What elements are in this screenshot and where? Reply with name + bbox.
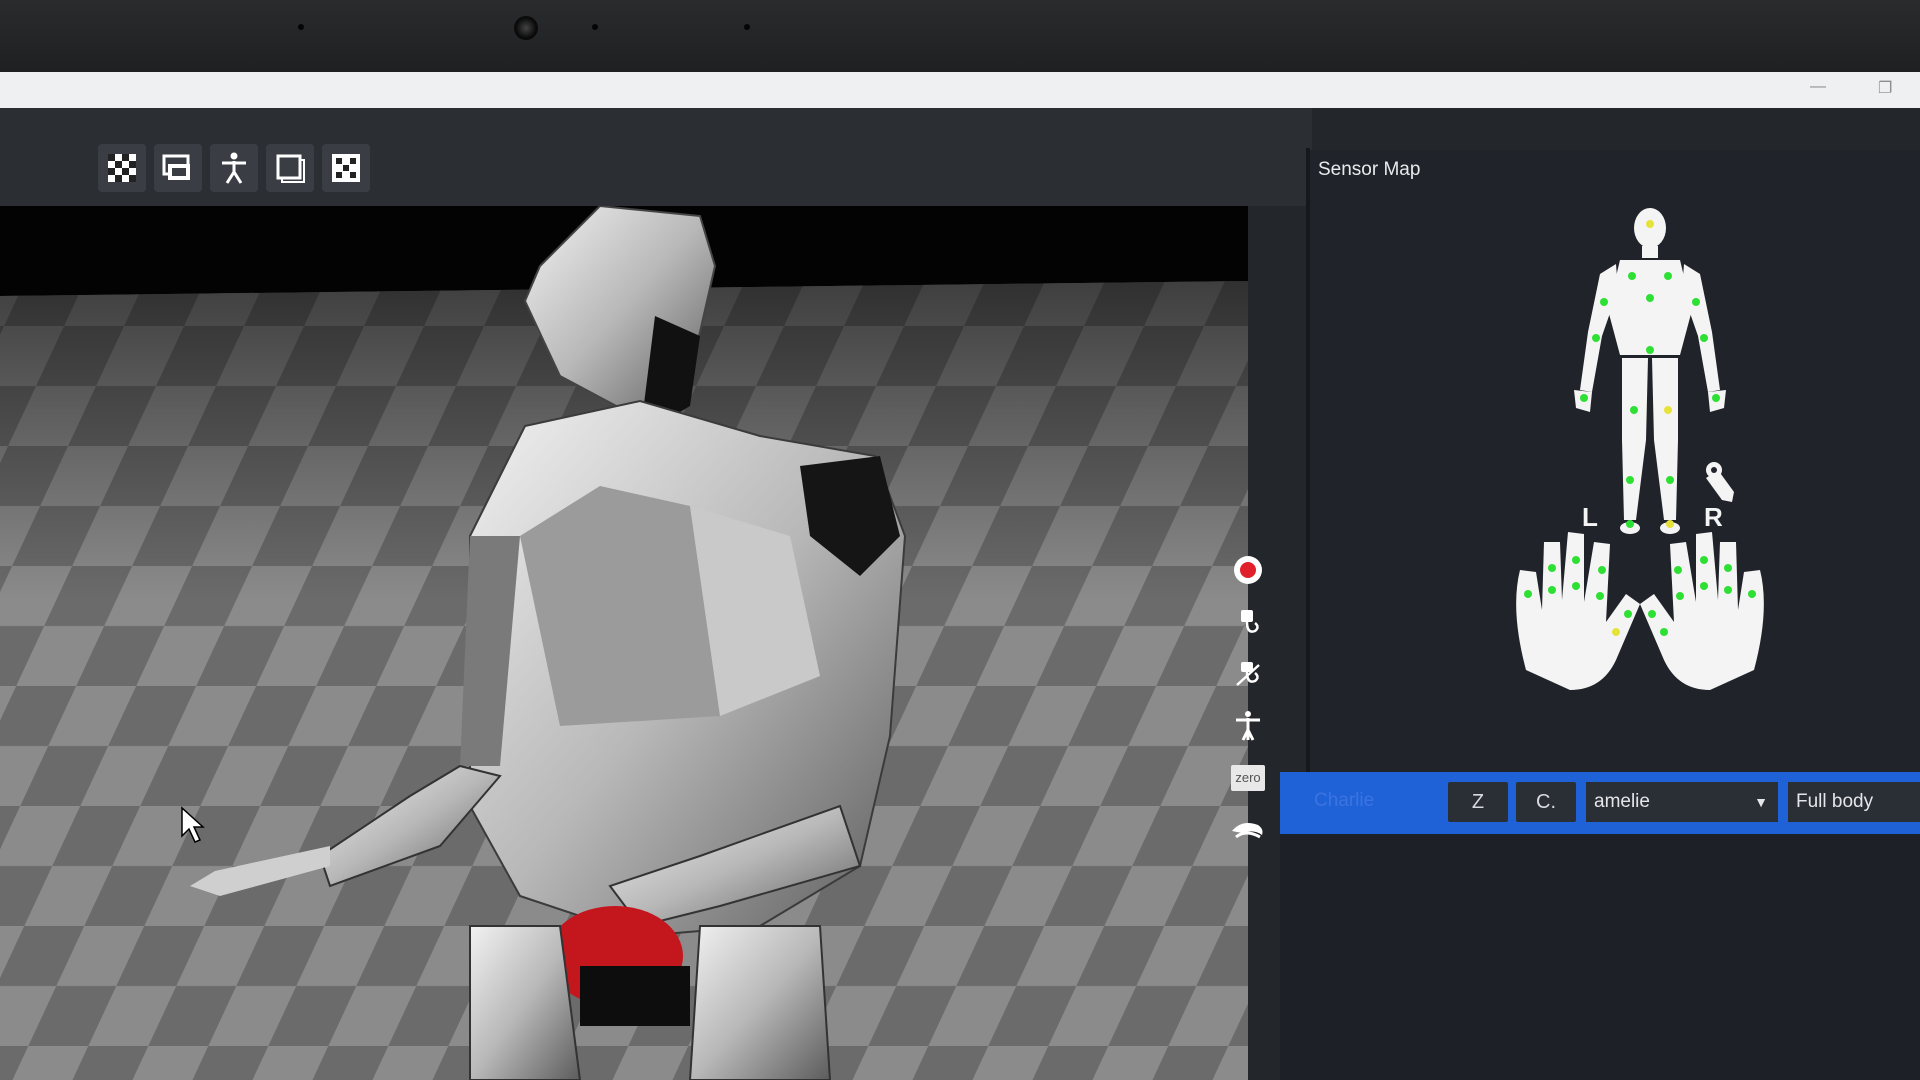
actor-list-area — [1280, 834, 1920, 1080]
grid-toggle-button[interactable] — [98, 144, 146, 192]
sensor-disconnect-button[interactable] — [1210, 652, 1286, 696]
checker-grid-alt-icon — [332, 154, 360, 182]
sensor-disconnect-icon — [1236, 662, 1260, 686]
calibrate-actor-button[interactable]: C. — [1516, 782, 1576, 822]
right-glove — [1640, 532, 1764, 690]
minimize-icon[interactable]: — — [1810, 78, 1826, 96]
sensor-plug-icon — [1241, 610, 1259, 633]
record-icon — [1234, 556, 1262, 584]
3d-viewport[interactable] — [0, 206, 1248, 1080]
hand-glove-icon — [1232, 823, 1263, 839]
bezel-dot — [744, 24, 750, 30]
scene-render — [0, 206, 1248, 1080]
sensor-map-diagram: L R — [1516, 208, 1764, 690]
window-titlebar: — ❐ — [0, 72, 1920, 108]
zero-actor-button[interactable]: Z — [1448, 782, 1508, 822]
wrench-icon[interactable] — [1706, 462, 1734, 502]
zero-label: zero — [1235, 770, 1261, 785]
actor-row[interactable]: Charlie Z C. amelie ▼ Full body — [1280, 772, 1920, 834]
sensor-map-panel: Sensor Map L R Charlie Z C. amelie ▼ Ful… — [1280, 150, 1920, 1080]
multi-grid-button[interactable] — [322, 144, 370, 192]
checker-grid-icon — [108, 154, 136, 182]
actor-view-button[interactable] — [210, 144, 258, 192]
bezel-dot — [298, 24, 304, 30]
right-side-label: R — [1704, 502, 1723, 532]
restore-icon[interactable]: ❐ — [1878, 78, 1892, 98]
webcam — [514, 16, 538, 40]
profile-select[interactable]: amelie ▼ — [1586, 782, 1778, 822]
glove-calibrate-button[interactable] — [1210, 808, 1286, 852]
left-side-label: L — [1582, 502, 1598, 532]
actor-name[interactable]: Charlie — [1314, 790, 1374, 812]
left-glove — [1516, 532, 1640, 690]
chevron-down-icon: ▼ — [1754, 794, 1768, 810]
tpose-button[interactable] — [1210, 704, 1286, 748]
viewport-toolbar — [0, 108, 1312, 206]
profile-select-value: amelie — [1594, 791, 1650, 812]
body-silhouette — [1574, 208, 1726, 534]
record-button[interactable] — [1210, 548, 1286, 592]
bezel-dot — [592, 24, 598, 30]
panel-title: Sensor Map — [1318, 159, 1421, 180]
app-window: zero Sensor Map L R Charlie Z C. amelie … — [0, 108, 1920, 1080]
monitor-camera-icon — [162, 154, 190, 180]
mode-select[interactable]: Full body — [1788, 782, 1920, 822]
window-icon — [276, 154, 305, 183]
tool-sidebar: zero — [1210, 548, 1286, 968]
single-view-button[interactable] — [266, 144, 314, 192]
zero-button[interactable]: zero — [1210, 756, 1286, 800]
mode-select-value: Full body — [1796, 791, 1874, 812]
sensor-connect-button[interactable] — [1210, 600, 1286, 644]
monitor-bezel — [0, 0, 1920, 72]
camera-view-button[interactable] — [154, 144, 202, 192]
person-icon — [222, 152, 246, 184]
tpose-icon — [1236, 711, 1260, 741]
zero-icon: zero — [1231, 765, 1265, 791]
